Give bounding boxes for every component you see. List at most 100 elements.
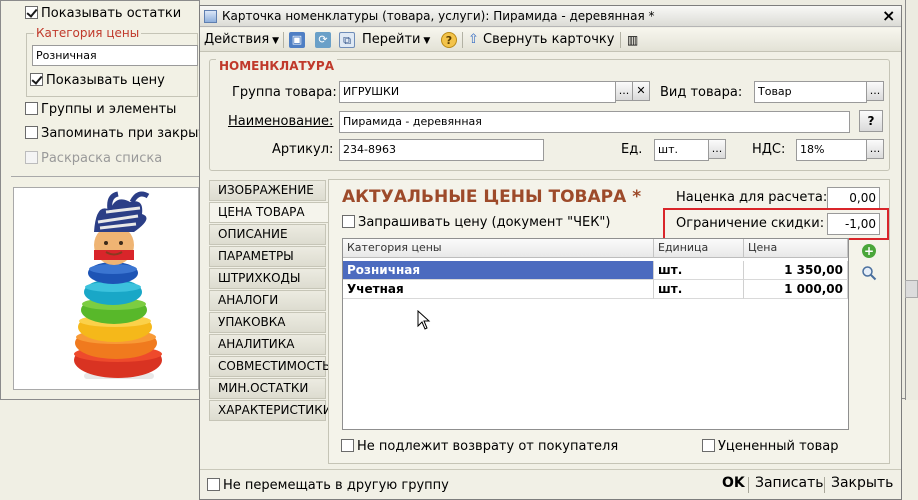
- toolbar-separator: [620, 32, 621, 48]
- arrow-up-icon: ⇧: [468, 32, 479, 47]
- cell-category[interactable]: Розничная: [343, 261, 654, 280]
- discounted-checkbox[interactable]: Уцененный товар: [702, 439, 839, 454]
- product-type-field[interactable]: Товар: [754, 81, 867, 103]
- checkbox-box[interactable]: [25, 102, 38, 115]
- product-type-select-button[interactable]: ...: [866, 81, 884, 101]
- checkbox-box: [25, 151, 38, 164]
- non-returnable-label: Не подлежит возврату от покупателя: [357, 439, 619, 454]
- window-close-icon[interactable]: ×: [882, 6, 895, 25]
- checkbox-box[interactable]: [25, 126, 38, 139]
- tab-analytics[interactable]: АНАЛИТИКА: [209, 334, 326, 355]
- checkbox-box[interactable]: [342, 215, 355, 228]
- vat-select-button[interactable]: ...: [866, 139, 884, 159]
- tab-image[interactable]: ИЗОБРАЖЕНИЕ: [209, 180, 326, 201]
- window-titlebar[interactable]: Карточка номенклатуры (товара, услуги): …: [200, 6, 901, 27]
- column-header-category[interactable]: Категория цены: [343, 239, 654, 258]
- background-frame-line: [905, 0, 906, 400]
- search-icon[interactable]: [861, 265, 877, 281]
- name-link-label[interactable]: Наименование:: [228, 114, 333, 129]
- markup-field[interactable]: 0,00: [827, 187, 880, 209]
- groups-and-elements-label: Группы и элементы: [41, 102, 177, 117]
- remember-label: Запоминать при закрыт: [41, 126, 206, 141]
- price-category-field[interactable]: Розничная: [32, 45, 198, 66]
- nomenclature-section-title: НОМЕНКЛАТУРА: [216, 59, 338, 73]
- non-returnable-checkbox[interactable]: Не подлежит возврату от покупателя: [341, 439, 618, 454]
- splitter-line: [11, 176, 199, 177]
- toolbar-separator: [462, 32, 463, 48]
- cell-unit[interactable]: шт.: [654, 261, 744, 280]
- toolbar-separator: [283, 32, 284, 48]
- name-field[interactable]: Пирамида - деревянная: [339, 111, 850, 133]
- product-image-panel: [13, 187, 199, 390]
- discounted-label: Уцененный товар: [718, 439, 839, 454]
- product-type-label: Вид товара:: [660, 85, 743, 100]
- barcode-icon[interactable]: ▥: [627, 30, 638, 50]
- ok-button[interactable]: OK: [722, 475, 745, 491]
- bottom-separator: [200, 469, 901, 470]
- cell-price[interactable]: 1 000,00: [744, 280, 848, 299]
- column-header-unit[interactable]: Единица: [654, 239, 744, 258]
- markup-label: Наценка для расчета:: [676, 190, 828, 205]
- cell-unit[interactable]: шт.: [654, 280, 744, 299]
- dont-move-checkbox[interactable]: Не перемещать в другую группу: [207, 478, 449, 493]
- actions-menu-button[interactable]: Действия ▼: [204, 30, 279, 50]
- actions-label: Действия: [204, 32, 270, 47]
- name-help-button[interactable]: ?: [859, 110, 883, 132]
- dialog-bottom-bar: Не перемещать в другую группу OK Записат…: [200, 469, 901, 500]
- pyramid-toy-image: [74, 191, 162, 379]
- save-button[interactable]: Записать: [755, 475, 824, 491]
- remember-checkbox[interactable]: Запоминать при закрыт: [25, 126, 206, 141]
- checkbox-box[interactable]: [702, 439, 715, 452]
- search-icon-graphic: [862, 266, 877, 281]
- tab-barcodes[interactable]: ШТРИХКОДЫ: [209, 268, 326, 289]
- checkbox-box[interactable]: [341, 439, 354, 452]
- product-group-select-button[interactable]: ...: [615, 81, 633, 101]
- checkbox-box[interactable]: [30, 73, 43, 86]
- close-button[interactable]: Закрыть: [831, 475, 893, 491]
- show-price-label: Показывать цену: [46, 73, 165, 88]
- product-group-field[interactable]: ИГРУШКИ: [339, 81, 616, 103]
- tab-characteristics[interactable]: ХАРАКТЕРИСТИКИ: [209, 400, 332, 421]
- dont-move-label: Не перемещать в другую группу: [223, 478, 449, 493]
- ask-price-checkbox[interactable]: Запрашивать цену (документ "ЧЕК"): [342, 215, 610, 230]
- show-price-checkbox[interactable]: Показывать цену: [30, 73, 165, 88]
- product-group-clear-icon[interactable]: ✕: [632, 81, 650, 101]
- checkbox-box[interactable]: [25, 6, 38, 19]
- tab-parameters[interactable]: ПАРАМЕТРЫ: [209, 246, 326, 267]
- list-coloring-checkbox: Раскраска списка: [25, 151, 162, 166]
- refresh-icon[interactable]: ⟳: [315, 32, 331, 48]
- column-header-price[interactable]: Цена: [744, 239, 848, 258]
- groups-and-elements-checkbox[interactable]: Группы и элементы: [25, 102, 176, 117]
- tab-description[interactable]: ОПИСАНИЕ: [209, 224, 326, 245]
- product-group-label: Группа товара:: [232, 85, 337, 100]
- background-scroll-edge[interactable]: [905, 280, 918, 298]
- window-title: Карточка номенклатуры (товара, услуги): …: [222, 9, 655, 23]
- cell-category[interactable]: Учетная: [343, 280, 654, 299]
- ask-price-label: Запрашивать цену (документ "ЧЕК"): [358, 215, 611, 230]
- article-field[interactable]: 234-8963: [339, 139, 544, 161]
- list-coloring-label: Раскраска списка: [41, 151, 163, 166]
- show-remainders-checkbox[interactable]: Показывать остатки: [25, 6, 181, 21]
- vat-field[interactable]: 18%: [796, 139, 867, 161]
- price-category-group-label: Категория цены: [34, 26, 142, 40]
- prices-table[interactable]: Категория цены Единица Цена Розничная шт…: [342, 238, 849, 430]
- copy-icon[interactable]: ⧉: [339, 32, 355, 48]
- add-row-icon[interactable]: +: [862, 244, 876, 258]
- tab-product-price[interactable]: ЦЕНА ТОВАРА: [209, 202, 329, 223]
- discount-limit-field[interactable]: -1,00: [827, 213, 880, 235]
- unit-field[interactable]: шт.: [654, 139, 709, 161]
- save-close-icon[interactable]: ▣: [289, 32, 305, 48]
- help-icon[interactable]: ?: [441, 32, 457, 48]
- goto-menu-button[interactable]: Перейти ▼: [362, 30, 430, 50]
- unit-select-button[interactable]: ...: [708, 139, 726, 159]
- checkbox-box[interactable]: [207, 478, 220, 491]
- vat-label: НДС:: [752, 142, 786, 157]
- tab-packaging[interactable]: УПАКОВКА: [209, 312, 326, 333]
- tab-min-remainders[interactable]: МИН.ОСТАТКИ: [209, 378, 326, 399]
- cell-price[interactable]: 1 350,00: [744, 261, 848, 280]
- collapse-card-button[interactable]: ⇧ Свернуть карточку: [468, 30, 614, 50]
- tab-analogs[interactable]: АНАЛОГИ: [209, 290, 326, 311]
- unit-label: Ед.: [621, 142, 643, 157]
- tab-compatibility[interactable]: СОВМЕСТИМОСТЬ: [209, 356, 330, 377]
- nomenclature-card-dialog: Карточка номенклатуры (товара, услуги): …: [199, 5, 902, 500]
